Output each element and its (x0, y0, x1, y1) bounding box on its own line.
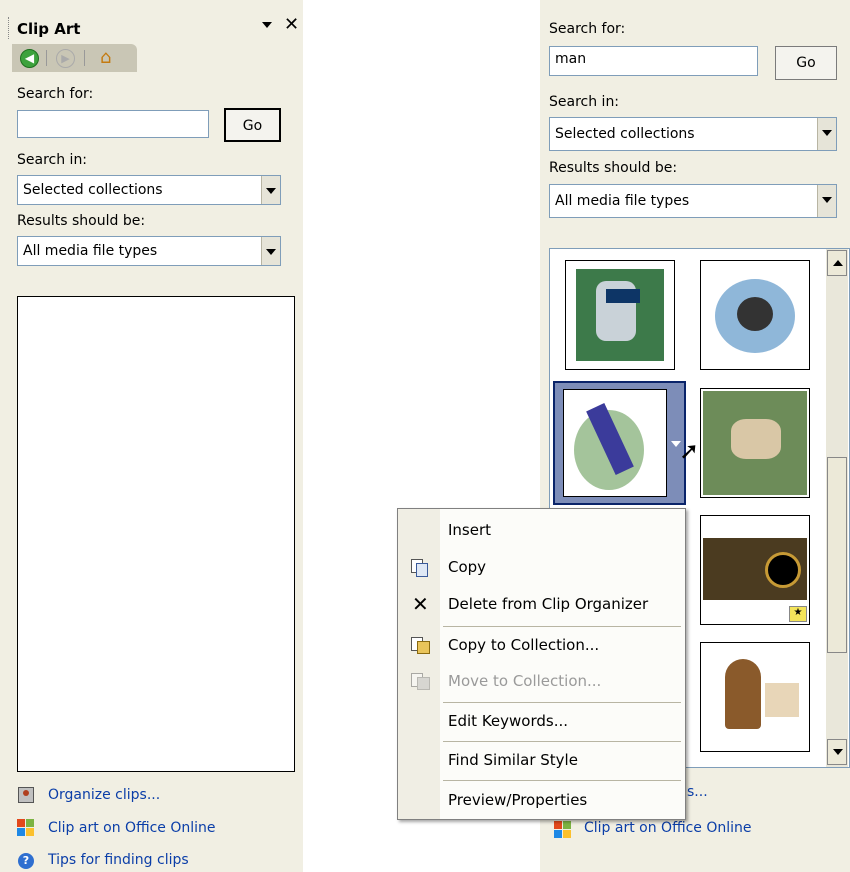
search-input[interactable] (17, 110, 209, 138)
results-scrollbar[interactable] (826, 249, 848, 767)
home-icon[interactable]: ⌂ (100, 47, 111, 68)
scroll-up-button[interactable] (827, 250, 847, 276)
menu-delete-label: Delete from Clip Organizer (448, 595, 649, 613)
close-icon[interactable]: ✕ (284, 14, 299, 35)
office-online-icon (554, 821, 572, 839)
clip-thumbnail-meeting[interactable] (700, 388, 810, 498)
go-button[interactable]: Go (775, 46, 837, 80)
back-icon[interactable]: ◀ (20, 49, 39, 68)
menu-find-similar-style-label: Find Similar Style (448, 751, 578, 769)
copy-icon (411, 559, 428, 577)
help-icon: ? (18, 853, 34, 869)
toolbar-divider (46, 50, 47, 66)
tips-link[interactable]: Tips for finding clips (48, 852, 189, 868)
clip-art-online-link[interactable]: Clip art on Office Online (48, 820, 216, 836)
search-in-value: Selected collections (23, 182, 163, 198)
results-select[interactable]: All media file types (17, 236, 281, 266)
scroll-down-button[interactable] (827, 739, 847, 765)
menu-insert[interactable]: Insert (398, 512, 685, 548)
clip-thumbnail-doctor[interactable] (565, 260, 675, 370)
results-select[interactable]: All media file types (549, 184, 837, 218)
search-in-label: Search in: (549, 94, 620, 110)
menu-copy-label: Copy (448, 558, 487, 576)
nav-toolbar: ◀ ▶ ⌂ (12, 44, 137, 72)
delete-x-icon: ✕ (412, 592, 429, 616)
results-label: Results should be: (549, 160, 678, 176)
clip-thumbnail-man-computer[interactable] (700, 642, 810, 752)
results-value: All media file types (23, 243, 158, 259)
results-value: All media file types (555, 193, 690, 209)
search-for-label: Search for: (17, 86, 94, 102)
menu-preview-properties-label: Preview/Properties (448, 791, 588, 809)
clip-thumbnail-gears-men[interactable] (700, 260, 810, 370)
menu-move-to-collection-label: Move to Collection... (448, 672, 602, 690)
search-in-select[interactable]: Selected collections (549, 117, 837, 151)
chevron-down-icon[interactable] (261, 176, 280, 204)
pane-grip[interactable] (8, 17, 12, 39)
office-online-icon (17, 819, 35, 837)
chevron-down-icon[interactable] (817, 118, 836, 150)
results-area[interactable] (17, 296, 295, 772)
selected-clip[interactable] (553, 381, 686, 505)
pane-options-dropdown-icon[interactable] (262, 22, 272, 28)
toolbar-divider (84, 50, 85, 66)
organize-clips-link-partial[interactable]: s... (687, 784, 708, 800)
menu-copy-to-collection[interactable]: Copy to Collection... (398, 627, 685, 663)
clip-thumbnail-businessman-gear[interactable]: ★ (700, 515, 810, 625)
menu-find-similar-style[interactable]: Find Similar Style (398, 742, 685, 778)
search-in-select[interactable]: Selected collections (17, 175, 281, 205)
search-in-value: Selected collections (555, 126, 695, 142)
menu-copy-to-collection-label: Copy to Collection... (448, 636, 600, 654)
clip-context-menu: Insert Copy ✕ Delete from Clip Organizer… (397, 508, 686, 820)
menu-edit-keywords-label: Edit Keywords... (448, 712, 568, 730)
menu-delete[interactable]: ✕ Delete from Clip Organizer (398, 586, 685, 622)
search-input[interactable]: man (549, 46, 758, 76)
chevron-down-icon[interactable] (261, 237, 280, 265)
organize-clips-icon (18, 787, 34, 803)
go-button[interactable]: Go (224, 108, 281, 142)
clip-art-task-pane-left: Clip Art ✕ ◀ ▶ ⌂ Search for: Go Search i… (0, 0, 303, 872)
chevron-down-icon[interactable] (817, 185, 836, 217)
forward-icon[interactable]: ▶ (56, 49, 75, 68)
results-label: Results should be: (17, 213, 146, 229)
menu-preview-properties[interactable]: Preview/Properties (398, 782, 685, 818)
move-to-collection-icon (411, 673, 430, 690)
menu-edit-keywords[interactable]: Edit Keywords... (398, 703, 685, 739)
menu-move-to-collection: Move to Collection... (398, 663, 685, 699)
menu-copy[interactable]: Copy (398, 549, 685, 585)
search-in-label: Search in: (17, 152, 88, 168)
pane-title: Clip Art (17, 20, 81, 38)
menu-insert-label: Insert (448, 521, 492, 539)
clip-art-online-link[interactable]: Clip art on Office Online (584, 820, 752, 836)
organize-clips-link[interactable]: Organize clips... (48, 787, 160, 803)
copy-to-collection-icon (411, 637, 430, 654)
search-for-label: Search for: (549, 21, 626, 37)
clip-thumbnail-baseball[interactable] (563, 389, 667, 497)
mouse-pointer-icon: ➚ (679, 437, 700, 465)
menu-separator (443, 780, 681, 781)
scroll-thumb[interactable] (827, 457, 847, 653)
